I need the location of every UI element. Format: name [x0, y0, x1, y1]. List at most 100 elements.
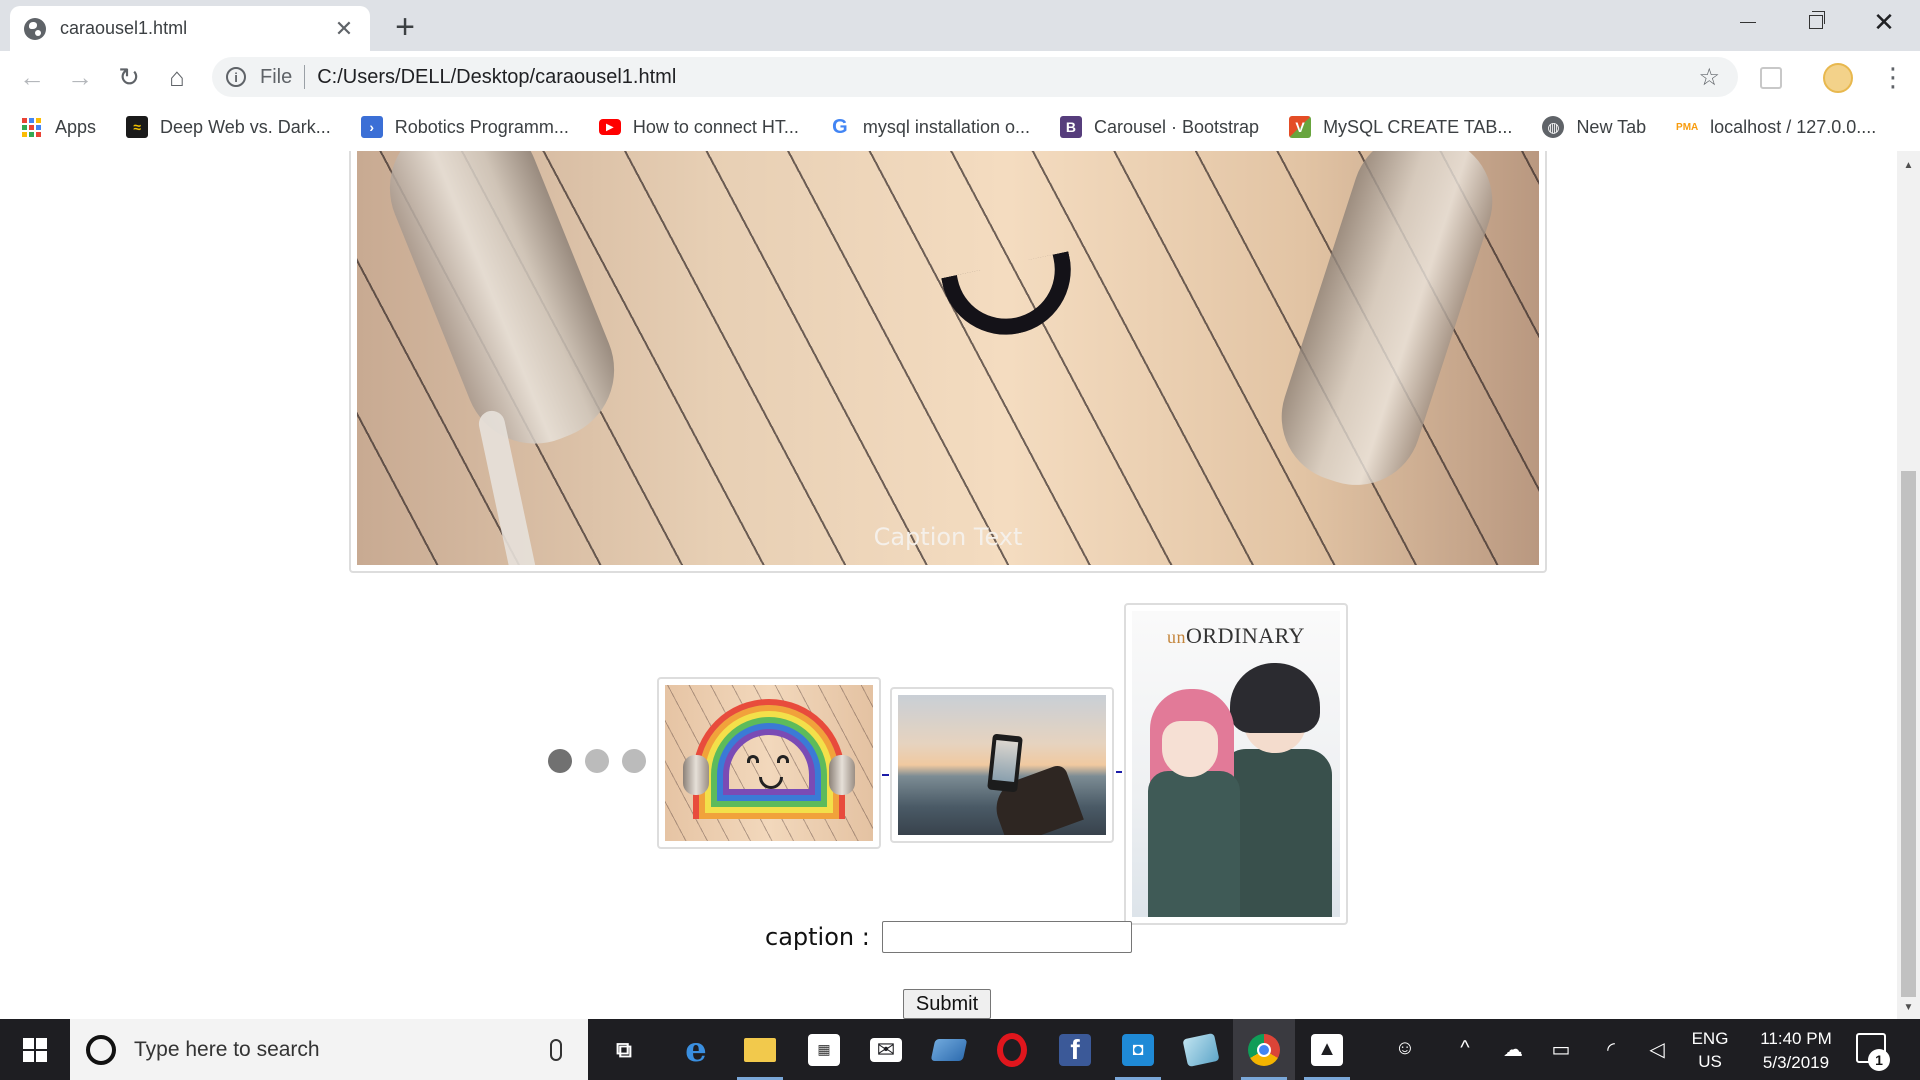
tab-title: caraousel1.html	[60, 18, 188, 38]
store-button[interactable]: ▦	[793, 1019, 855, 1080]
start-button[interactable]	[0, 1019, 70, 1080]
restore-icon	[1809, 11, 1825, 29]
info-icon[interactable]: i	[226, 67, 246, 87]
thumbnail-separator	[882, 774, 889, 776]
minimize-button[interactable]	[1714, 0, 1782, 44]
globe-icon: ◍	[1542, 116, 1565, 138]
phone-shape	[987, 733, 1023, 793]
language-indicator[interactable]: ENG US	[1688, 1027, 1732, 1073]
photos-icon: ▲	[1311, 1033, 1343, 1066]
scrollbar-thumb[interactable]	[1901, 471, 1916, 997]
scroll-up-icon[interactable]: ▲	[1897, 155, 1920, 175]
bookmark-robotics[interactable]: › Robotics Programm...	[360, 116, 569, 138]
app-button-2[interactable]: ◘	[1107, 1019, 1169, 1080]
language-code: ENG	[1691, 1029, 1729, 1048]
close-window-button[interactable]: ✕	[1850, 0, 1918, 44]
bookmark-deep-web[interactable]: ≈ Deep Web vs. Dark...	[126, 116, 331, 138]
people-icon[interactable]: ☺	[1392, 1037, 1418, 1061]
chrome-button[interactable]	[1233, 1019, 1295, 1080]
tab-strip: caraousel1.html ✕ + ✕	[0, 0, 1920, 51]
bookmark-label: Carousel · Bootstrap	[1093, 116, 1260, 137]
browser-tab[interactable]: caraousel1.html ✕	[10, 6, 370, 51]
bookmark-localhost[interactable]: PMA localhost / 127.0.0....	[1676, 116, 1876, 138]
thumbnail-rainbow[interactable]	[657, 677, 881, 849]
search-placeholder: Type here to search	[134, 1037, 320, 1061]
thumbnail-image: unORDINARY	[1132, 611, 1340, 917]
bookmark-w3[interactable]: V MySQL CREATE TAB...	[1289, 116, 1512, 138]
menu-dots-icon[interactable]: ⋮	[1880, 63, 1906, 91]
chevron-up-icon[interactable]: ^	[1452, 1037, 1478, 1061]
address-bar[interactable]: i File C:/Users/DELL/Desktop/caraousel1.…	[212, 57, 1738, 97]
arrow-right-icon: →	[67, 61, 93, 92]
mouth-shape	[759, 777, 783, 789]
mail-button[interactable]: ✉	[855, 1019, 917, 1080]
facebook-button[interactable]: f	[1044, 1019, 1106, 1080]
thumbnail-image	[898, 695, 1106, 835]
carousel-dot-1[interactable]	[548, 749, 572, 773]
region-code: US	[1698, 1052, 1722, 1071]
scroll-down-icon[interactable]: ▼	[1897, 997, 1920, 1017]
clock[interactable]: 11:40 PM 5/3/2019	[1746, 1027, 1846, 1075]
close-tab-icon[interactable]: ✕	[332, 16, 356, 42]
mail-icon: ✉	[870, 1037, 902, 1062]
bookmark-bootstrap[interactable]: B Carousel · Bootstrap	[1059, 116, 1260, 138]
bookmark-label: Apps	[55, 116, 97, 137]
figure-shape	[1148, 771, 1240, 917]
bookmark-star-icon[interactable]: ☆	[1698, 63, 1720, 92]
windows-logo-icon	[23, 1037, 47, 1062]
carousel-dots	[548, 749, 646, 773]
bookmark-apps[interactable]: Apps	[22, 117, 96, 138]
slide-image: Caption Text	[357, 151, 1539, 565]
apps-grid-icon	[22, 117, 41, 137]
thumbnail-unordinary[interactable]: unORDINARY	[1124, 603, 1348, 925]
bookmark-label: How to connect HT...	[632, 116, 799, 137]
taskbar-search[interactable]: Type here to search	[70, 1019, 588, 1080]
bookmark-google[interactable]: G mysql installation o...	[829, 116, 1030, 138]
home-button[interactable]: ⌂	[161, 61, 193, 93]
extension-icon[interactable]	[1760, 67, 1782, 89]
volume-icon[interactable]: ◁	[1644, 1037, 1670, 1061]
carousel-dot-2[interactable]	[585, 749, 609, 773]
bookmarks-bar: Apps ≈ Deep Web vs. Dark... › Robotics P…	[0, 103, 1920, 151]
page-scrollbar[interactable]: ▲ ▼	[1897, 151, 1920, 1019]
new-tab-button[interactable]: +	[390, 8, 420, 47]
bookmark-label: mysql installation o...	[862, 116, 1030, 137]
battery-icon[interactable]: ▭	[1548, 1037, 1574, 1061]
caption-label: caption :	[765, 923, 870, 951]
photos-button[interactable]: ▲	[1296, 1019, 1358, 1080]
app-button[interactable]	[918, 1019, 980, 1080]
app-icon	[930, 1038, 968, 1061]
figure-shape	[1162, 721, 1218, 777]
caption-input[interactable]	[881, 921, 1132, 953]
carousel-slide: Caption Text	[349, 151, 1547, 573]
cover-title-main: ORDINARY	[1186, 623, 1305, 648]
thumbnail-sea[interactable]	[890, 687, 1114, 843]
back-button[interactable]: ←	[16, 61, 48, 93]
file-explorer-button[interactable]	[729, 1019, 791, 1080]
notes-button[interactable]	[1170, 1019, 1232, 1080]
carousel-dot-3[interactable]	[622, 749, 646, 773]
opera-button[interactable]	[981, 1019, 1043, 1080]
bookmark-youtube[interactable]: ▶ How to connect HT...	[598, 116, 799, 138]
earbud-right-shape	[1264, 151, 1510, 502]
clock-time: 11:40 PM	[1760, 1029, 1832, 1048]
notes-icon	[1182, 1032, 1220, 1067]
submit-button[interactable]: Submit	[903, 989, 991, 1019]
minimize-icon	[1740, 21, 1756, 23]
phpmyadmin-icon: PMA	[1676, 121, 1699, 133]
reload-button[interactable]: ↻	[113, 61, 145, 93]
edge-icon: e	[685, 1029, 707, 1070]
forward-button[interactable]: →	[64, 61, 96, 93]
edge-button[interactable]: e	[665, 1019, 727, 1080]
task-view-button[interactable]: ⧉	[593, 1019, 655, 1080]
onedrive-icon[interactable]: ☁	[1500, 1037, 1526, 1061]
url-text[interactable]: C:/Users/DELL/Desktop/caraousel1.html	[317, 66, 1698, 89]
eye-shape	[777, 755, 789, 763]
wifi-icon[interactable]: ◜	[1598, 1037, 1624, 1061]
microphone-icon[interactable]	[550, 1038, 562, 1061]
bookmark-new-tab[interactable]: ◍ New Tab	[1542, 116, 1646, 138]
w3-icon: V	[1289, 116, 1312, 138]
thumbnail-image	[665, 685, 873, 841]
restore-button[interactable]	[1782, 0, 1850, 44]
profile-avatar[interactable]	[1823, 63, 1853, 93]
